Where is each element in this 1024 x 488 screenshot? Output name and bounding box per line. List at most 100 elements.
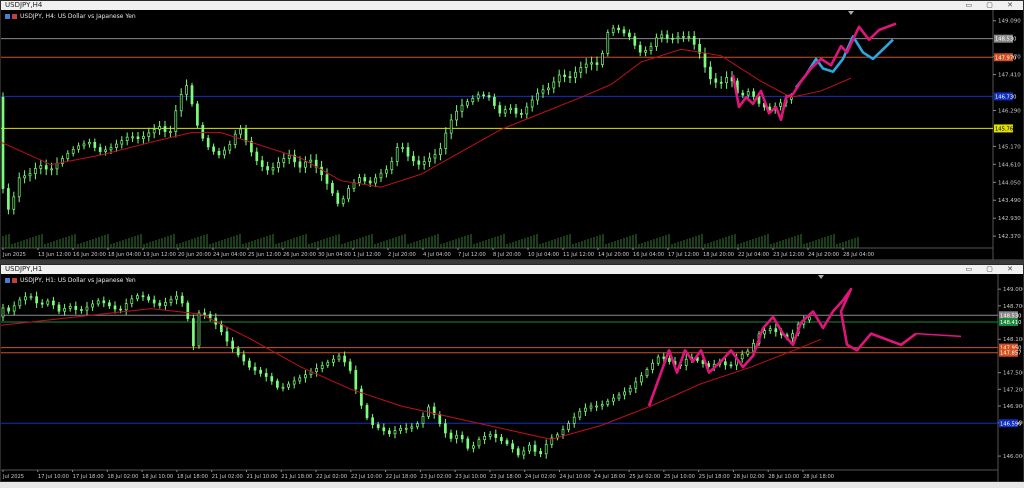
time-tick-label: 16 Jul 04:00 <box>633 252 664 258</box>
candle-body <box>220 323 223 333</box>
chart-window-h4[interactable]: USDJPY,H4 ▭ ▢ ✕ USDJPY, H4: US Dollar vs… <box>0 0 1024 260</box>
time-tick-label: 23 Jul 12:00 <box>773 252 804 258</box>
price-tick-label: 142.930 <box>998 216 1021 222</box>
candle-body <box>395 147 399 162</box>
candle-body <box>382 427 386 432</box>
candle-body <box>163 126 167 133</box>
candle-body <box>374 177 377 184</box>
window-title-h1: USDJPY,H1 <box>5 265 43 273</box>
candle-body <box>692 36 696 45</box>
window-controls-h4[interactable]: ▭ ▢ ✕ <box>965 1 1019 10</box>
time-tick-label: 19 Jun 12:00 <box>143 252 176 258</box>
candle-body <box>71 148 75 154</box>
time-tick-label: Jun 2025 <box>2 252 26 258</box>
price-tick-label: 148.100 <box>1003 337 1023 343</box>
candle-body <box>136 295 139 300</box>
candle-body <box>606 400 610 405</box>
candle-body <box>131 136 134 139</box>
candle-body <box>259 369 262 374</box>
candle-body <box>579 67 583 73</box>
price-chart-h1[interactable]: 149.000 148.700 148.100 147.500 147.200 146.9… <box>1 274 1023 482</box>
candle-body <box>404 427 408 430</box>
candle-body <box>266 166 269 171</box>
candle-body <box>109 147 113 151</box>
candle-body <box>147 132 151 137</box>
candle-body <box>729 364 733 367</box>
candle-body <box>331 183 334 194</box>
time-tick-label: 30 Jun 04:00 <box>318 252 351 258</box>
candle-body <box>80 309 83 311</box>
candle-body <box>50 168 53 171</box>
candle-body <box>622 29 626 34</box>
candle-body <box>208 314 212 319</box>
candle-body <box>808 316 811 321</box>
candle-body <box>379 172 383 179</box>
price-tick-label: 142.370 <box>998 234 1021 240</box>
bottom-scrollbar[interactable] <box>0 482 1024 488</box>
forecast-blue-path <box>794 35 894 89</box>
time-tick-label: 28 Jul 10:00 <box>768 474 799 480</box>
candle-body <box>253 366 257 371</box>
window-controls-h1[interactable]: ▭ ▢ ✕ <box>965 265 1019 274</box>
candle-body <box>120 140 124 145</box>
candle-body <box>449 432 453 439</box>
time-tick-label: 28 Jul 18:00 <box>803 474 834 480</box>
candle-body <box>528 444 531 452</box>
candle-body <box>533 444 537 452</box>
time-tick-label: 23 Jul 18:00 <box>490 474 521 480</box>
candle-body <box>1 307 5 318</box>
candle-body <box>651 362 654 370</box>
candle-body <box>393 430 397 435</box>
candle-body <box>337 355 341 360</box>
candle-body <box>304 374 307 379</box>
candle-body <box>601 53 604 65</box>
candle-body <box>196 103 199 126</box>
candle-body <box>169 298 173 303</box>
time-tick-label: 26 Jun 20:00 <box>283 252 316 258</box>
candle-body <box>136 136 140 139</box>
time-tick-label: 28 Jul 04:00 <box>843 252 874 258</box>
candle-body <box>433 154 437 159</box>
candle-body <box>703 52 707 68</box>
price-tick-label: 147.410 <box>998 73 1021 79</box>
candle-body <box>544 444 548 455</box>
candle-body <box>563 74 566 77</box>
candle-body <box>352 182 356 189</box>
candle-body <box>185 85 188 95</box>
candle-body <box>522 450 526 456</box>
candle-body <box>449 119 453 134</box>
candle-body <box>174 110 178 132</box>
candle-body <box>158 126 161 130</box>
candle-body <box>152 129 156 134</box>
price-chart-h4[interactable]: 149.090 147.970 147.410 146.290 145.170 144.6… <box>1 10 1023 260</box>
chart-window-h1[interactable]: USDJPY,H1 ▭ ▢ ✕ USDJPY, H1: US Dollar vs… <box>0 264 1024 482</box>
candle-body <box>82 143 86 147</box>
candle-body <box>623 391 626 396</box>
candle-body <box>113 305 117 310</box>
candle-body <box>682 36 685 38</box>
candle-body <box>476 94 480 99</box>
candle-body <box>376 424 380 429</box>
candle-body <box>444 423 447 434</box>
candle-body <box>509 107 512 110</box>
candle-body <box>617 394 621 399</box>
candle-body <box>74 306 78 310</box>
time-tick-label: 11 Jul 12:00 <box>563 252 594 258</box>
price-tick-label: 143.490 <box>998 198 1021 204</box>
candle-body <box>336 192 340 204</box>
candle-body <box>347 188 350 200</box>
price-badge-label: 148.530 <box>995 37 1016 43</box>
candle-body <box>740 353 744 360</box>
candle-body <box>343 355 346 363</box>
candle-body <box>385 169 388 174</box>
candle-body <box>326 361 330 366</box>
candle-body <box>655 37 658 47</box>
candle-body <box>574 71 577 78</box>
candle-body <box>638 44 642 53</box>
candle-body <box>422 161 426 165</box>
window-titlebar-h4[interactable]: USDJPY,H4 ▭ ▢ ✕ <box>1 1 1023 10</box>
window-titlebar-h1[interactable]: USDJPY,H1 ▭ ▢ ✕ <box>1 265 1023 274</box>
candle-body <box>320 365 324 369</box>
time-tick-label: 24 Jul 02:00 <box>525 474 556 480</box>
candle-body <box>668 358 671 362</box>
